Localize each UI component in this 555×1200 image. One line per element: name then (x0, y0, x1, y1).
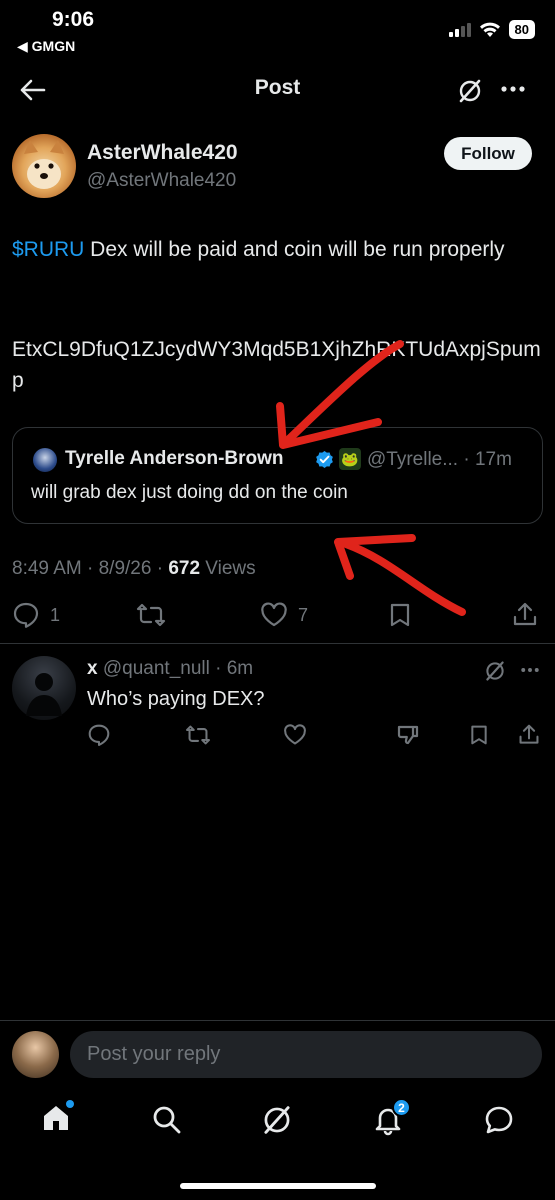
messages-icon (485, 1106, 513, 1134)
status-time: 9:06 (52, 8, 95, 31)
wifi-icon (479, 22, 500, 37)
reply-reply-button[interactable] (87, 724, 111, 751)
bookmark-icon (471, 725, 487, 745)
tab-notifications[interactable]: 2 (372, 1098, 411, 1141)
divider (0, 643, 555, 644)
battery-indicator: 80 (508, 20, 535, 39)
grok-icon (486, 661, 504, 681)
reply-bookmark-button[interactable] (469, 724, 489, 751)
reply-more-button[interactable] (518, 662, 542, 678)
author-name[interactable]: AsterWhale420 (87, 141, 238, 165)
back-to-app-link[interactable]: ◀ GMGN (17, 38, 75, 55)
reply-input-placeholder: Post your reply (87, 1043, 221, 1065)
post-body: Dex will be paid and coin will be run pr… (84, 238, 505, 261)
tab-grok[interactable] (261, 1104, 293, 1141)
post-text: $RURU Dex will be paid and coin will be … (12, 234, 547, 265)
reply-repost-button[interactable] (185, 724, 211, 751)
like-icon (284, 724, 306, 745)
tab-messages[interactable] (483, 1104, 515, 1141)
author-avatar[interactable] (12, 134, 76, 198)
reply-share-button[interactable] (518, 724, 540, 751)
signal-icon (448, 22, 471, 37)
my-avatar[interactable] (12, 1031, 59, 1078)
home-indicator (180, 1183, 376, 1189)
author-handle[interactable]: @AsterWhale420 (87, 170, 236, 192)
status-icons: 80 (448, 20, 535, 39)
reply-like-button[interactable] (283, 724, 307, 751)
reply-icon (88, 724, 110, 746)
dislike-icon (397, 725, 419, 745)
more-icon (521, 668, 539, 672)
notifications-badge: 2 (392, 1098, 411, 1117)
grok-icon (264, 1106, 290, 1134)
red-arrows-annotation (276, 340, 466, 616)
reply-handle-time: @quant_null · 6m (97, 658, 254, 679)
more-icon (501, 86, 525, 92)
doge-avatar-icon (24, 140, 64, 189)
home-new-dot (66, 1100, 74, 1108)
more-button[interactable] (498, 76, 528, 102)
silhouette-avatar-icon (26, 673, 62, 716)
grok-button[interactable] (455, 76, 485, 106)
reply-header: x @quant_null · 6m (87, 658, 253, 680)
tab-home[interactable] (40, 1100, 74, 1139)
reply-dislike-button[interactable] (396, 724, 420, 751)
grok-icon (459, 79, 481, 103)
reply-author-avatar[interactable] (12, 656, 76, 720)
composer-divider (0, 1020, 555, 1021)
tab-search[interactable] (151, 1104, 183, 1141)
search-icon (153, 1106, 181, 1134)
share-icon (519, 724, 539, 744)
reply-text: Who’s paying DEX? (87, 688, 265, 710)
reply-author-name[interactable]: x (87, 658, 98, 679)
repost-icon (185, 725, 211, 745)
cashtag-link[interactable]: $RURU (12, 238, 84, 261)
reply-grok-button[interactable] (483, 660, 507, 682)
follow-button[interactable]: Follow (444, 137, 532, 170)
